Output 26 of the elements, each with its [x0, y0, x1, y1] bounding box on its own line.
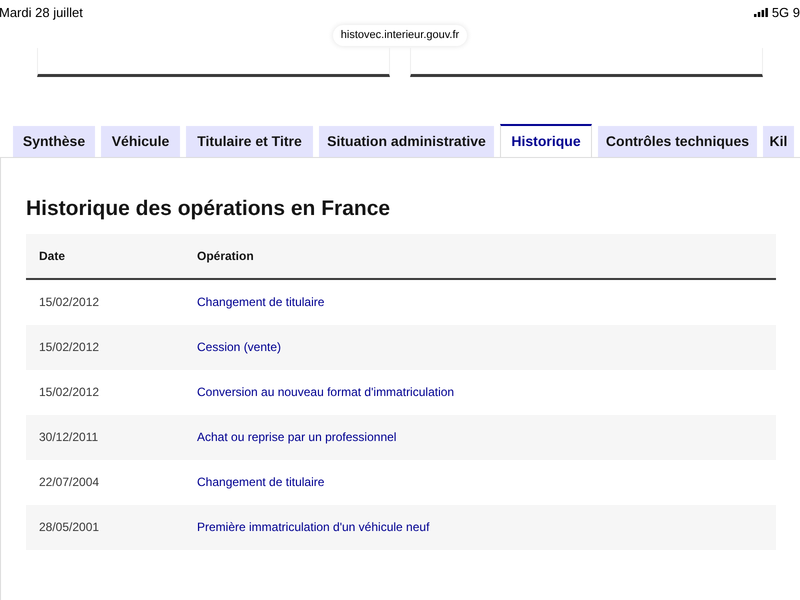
url-bar[interactable]: histovec.interieur.gouv.fr [332, 25, 468, 46]
network-status: 5G 9 [772, 4, 800, 22]
tab[interactable]: Situation administrative [319, 126, 494, 156]
tab[interactable]: Véhicule [101, 126, 180, 156]
table-cell-text: 15/02/2012 [38, 294, 100, 311]
tab[interactable]: Contrôles techniques [598, 126, 757, 156]
table-cell-text: 15/02/2012 [38, 339, 100, 356]
column-header: Date [38, 248, 66, 264]
status-date: Mardi 28 juillet [0, 4, 83, 22]
table-cell-text: 15/02/2012 [38, 384, 100, 401]
tab[interactable]: Historique [500, 124, 592, 156]
operation-link[interactable]: Achat ou reprise par un professionnel [197, 428, 396, 446]
operation-link[interactable]: Cession (vente) [197, 338, 282, 356]
tab[interactable]: Kil [763, 126, 794, 156]
section-title: Historique des opérations en France [26, 196, 392, 222]
table-cell-text: 30/12/2011 [38, 429, 100, 446]
operation-link[interactable]: Changement de titulaire [197, 473, 324, 491]
column-header: Opération [197, 248, 254, 264]
tab[interactable]: Titulaire et Titre [186, 126, 313, 156]
tab[interactable]: Synthèse [13, 126, 95, 156]
signal-icon [754, 8, 768, 17]
table-cell-text: 28/05/2001 [38, 519, 100, 536]
operation-link[interactable]: Changement de titulaire [197, 293, 324, 311]
operation-link[interactable]: Conversion au nouveau format d'immatriculation [197, 383, 454, 401]
table-cell-text: 22/07/2004 [38, 474, 100, 491]
operation-link[interactable]: Première immatriculation d'un véhicule neuf [197, 518, 430, 536]
